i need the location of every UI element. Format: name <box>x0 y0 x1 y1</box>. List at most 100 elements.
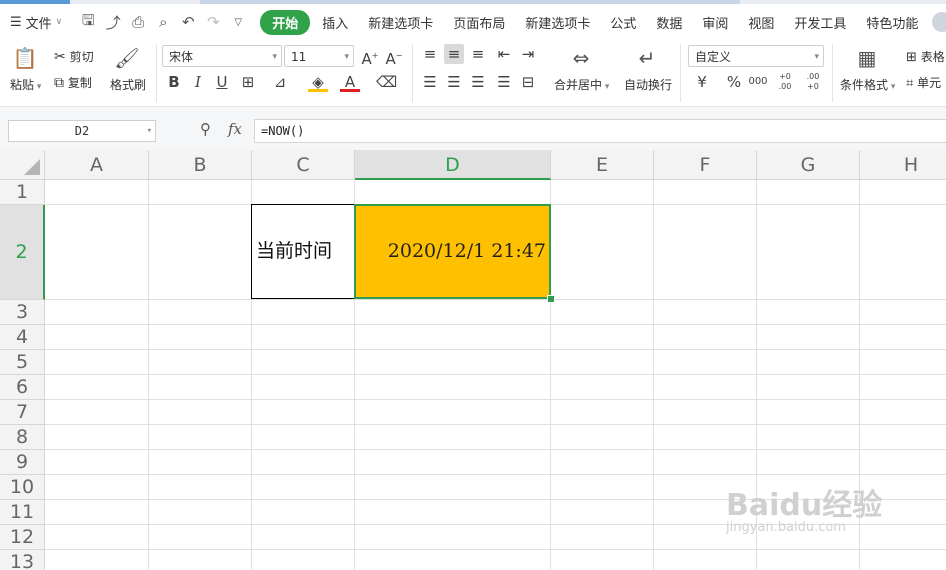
row-header-5[interactable]: 5 <box>0 350 45 375</box>
tab-home[interactable]: 开始 <box>260 9 311 35</box>
user-avatar[interactable] <box>932 12 946 32</box>
justify-icon[interactable]: ☰ <box>494 72 514 92</box>
row-header-8[interactable]: 8 <box>0 425 45 450</box>
formula-input[interactable]: =NOW() <box>254 119 946 143</box>
number-format-select[interactable]: 自定义 ▾ <box>688 45 824 67</box>
ribbon-tabs: 开始 插入 新建选项卡 页面布局 新建选项卡 公式 数据 审阅 视图 开发工具 … <box>260 9 928 35</box>
align-right-icon[interactable]: ☰ <box>468 72 488 92</box>
copy-icon: ⧉ <box>54 75 64 91</box>
align-left-icon[interactable]: ☰ <box>420 72 440 92</box>
column-header-f[interactable]: F <box>654 150 757 180</box>
single-cell-button[interactable]: ⌗ 单元 <box>906 74 941 91</box>
bold-icon[interactable]: B <box>164 72 184 92</box>
decrease-font-icon[interactable]: A− <box>384 46 404 68</box>
cut-button[interactable]: ✂ 剪切 <box>54 48 94 65</box>
name-box[interactable]: D2 ▾ <box>8 120 156 142</box>
column-header-c[interactable]: C <box>252 150 355 180</box>
underline-icon[interactable]: U <box>212 72 232 92</box>
copy-button[interactable]: ⧉ 复制 <box>54 74 92 91</box>
paste-icon[interactable]: 📋 <box>12 46 38 70</box>
column-header-g[interactable]: G <box>757 150 860 180</box>
italic-icon[interactable]: I <box>188 72 208 92</box>
table-style-button[interactable]: ⊞ 表格 <box>906 48 945 65</box>
align-middle-icon[interactable]: ≡ <box>444 44 464 64</box>
increase-decimal-icon[interactable]: +0 .00 <box>774 72 796 92</box>
chevron-down-icon: ∨ <box>55 17 63 27</box>
conditional-format-button[interactable]: 条件格式 ▾ <box>840 76 895 93</box>
distributed-icon[interactable]: ⊟ <box>518 72 538 92</box>
font-color-icon[interactable]: A <box>340 72 360 92</box>
wrap-text-icon[interactable]: ↵ <box>634 46 660 70</box>
undo-icon[interactable]: ↶ <box>180 13 196 31</box>
select-all-corner[interactable] <box>0 150 45 180</box>
borders-icon[interactable]: ⊞ <box>238 72 258 92</box>
font-name-select[interactable]: 宋体 ▾ <box>162 45 282 67</box>
tab-insert[interactable]: 插入 <box>312 13 358 32</box>
format-painter-icon[interactable]: 🖌 <box>114 46 140 70</box>
font-size-select[interactable]: 11 ▾ <box>284 45 354 67</box>
cell-icon: ⌗ <box>906 76 914 91</box>
merge-center-icon[interactable]: ⇔ <box>568 46 594 70</box>
tab-data[interactable]: 数据 <box>646 13 692 32</box>
row-header-3[interactable]: 3 <box>0 300 45 325</box>
row-header-13[interactable]: 13 <box>0 550 45 570</box>
align-top-icon[interactable]: ≡ <box>420 44 440 64</box>
column-header-e[interactable]: E <box>551 150 654 180</box>
indent-increase-icon[interactable]: ⇥ <box>518 44 538 64</box>
format-painter-button[interactable]: 格式刷 <box>110 76 146 93</box>
tab-view[interactable]: 视图 <box>738 13 784 32</box>
wrap-text-button[interactable]: 自动换行 <box>624 76 672 93</box>
currency-icon[interactable]: ¥ <box>692 72 712 92</box>
tab-developer[interactable]: 开发工具 <box>784 13 856 32</box>
group-separator <box>680 44 681 102</box>
row-header-2[interactable]: 2 <box>0 205 45 300</box>
save-icon[interactable]: 🖫 <box>80 10 96 35</box>
group-separator <box>156 44 157 102</box>
row-header-10[interactable]: 10 <box>0 475 45 500</box>
tab-new-2[interactable]: 新建选项卡 <box>515 13 600 32</box>
clear-format-icon[interactable]: ⌫ <box>376 72 397 92</box>
tab-features[interactable]: 特色功能 <box>856 13 928 32</box>
print-icon[interactable]: ⎙ <box>130 13 146 31</box>
thousands-separator-icon[interactable]: 000 <box>748 72 768 92</box>
tab-formulas[interactable]: 公式 <box>600 13 646 32</box>
cell-style-icon[interactable]: ⊿ <box>270 72 290 92</box>
conditional-format-icon[interactable]: ▦ <box>854 46 880 70</box>
decrease-decimal-icon[interactable]: .00 +0 <box>802 72 824 92</box>
fill-handle[interactable] <box>547 295 555 303</box>
merge-center-button[interactable]: 合并居中 ▾ <box>554 76 609 93</box>
customize-toolbar-icon[interactable]: ▽ <box>230 17 246 28</box>
cell-c2[interactable]: 当前时间 <box>251 204 355 299</box>
row-header-1[interactable]: 1 <box>0 180 45 205</box>
percent-icon[interactable]: % <box>724 72 744 92</box>
row-header-9[interactable]: 9 <box>0 450 45 475</box>
align-center-icon[interactable]: ☰ <box>444 72 464 92</box>
tab-review[interactable]: 审阅 <box>692 13 738 32</box>
row-header-6[interactable]: 6 <box>0 375 45 400</box>
column-header-b[interactable]: B <box>149 150 252 180</box>
gridline <box>45 324 946 325</box>
row-header-11[interactable]: 11 <box>0 500 45 525</box>
column-header-d[interactable]: D <box>355 150 551 180</box>
export-icon[interactable]: ⤴ <box>105 12 121 33</box>
row-header-7[interactable]: 7 <box>0 400 45 425</box>
print-preview-icon[interactable]: ⌕ <box>155 13 171 31</box>
cell-d2-selected[interactable]: 2020/12/1 21:47 <box>354 204 551 299</box>
tab-page-layout[interactable]: 页面布局 <box>443 13 515 32</box>
increase-font-icon[interactable]: A+ <box>360 46 380 68</box>
row-header-12[interactable]: 12 <box>0 525 45 550</box>
indent-decrease-icon[interactable]: ⇤ <box>494 44 514 64</box>
tab-new-1[interactable]: 新建选项卡 <box>358 13 443 32</box>
redo-icon[interactable]: ↷ <box>205 13 221 31</box>
paste-button[interactable]: 粘贴 ▾ <box>10 76 41 93</box>
baidu-jingyan-watermark: Baidu经验 jingyan.baidu.com <box>726 480 936 570</box>
gridline <box>653 180 654 570</box>
column-header-a[interactable]: A <box>45 150 149 180</box>
fill-color-icon[interactable]: ◈ <box>308 72 328 92</box>
zoom-icon[interactable]: ⚲ <box>200 120 211 138</box>
row-header-4[interactable]: 4 <box>0 325 45 350</box>
column-header-h[interactable]: H <box>860 150 946 180</box>
align-bottom-icon[interactable]: ≡ <box>468 44 488 64</box>
insert-function-icon[interactable]: fx <box>228 120 242 138</box>
file-menu[interactable]: ☰ 文件 ∨ <box>10 13 62 32</box>
